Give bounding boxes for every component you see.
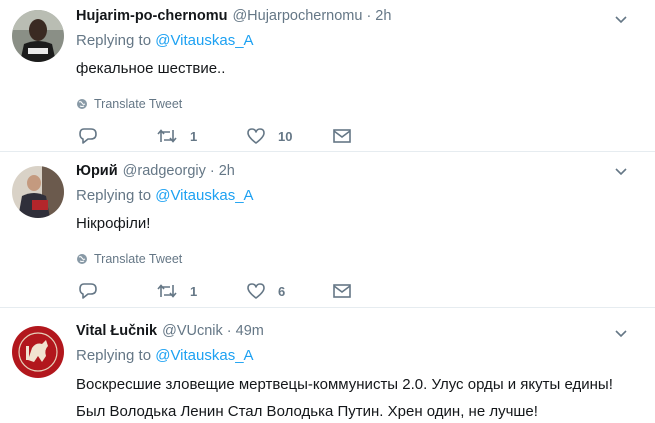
author-handle[interactable]: @Hujarpochernomu [232, 5, 362, 27]
timestamp[interactable]: 49m [236, 320, 264, 342]
replying-to-link[interactable]: @Vitauskas_A [155, 32, 253, 49]
author-name[interactable]: Vital Łučnik [76, 320, 157, 342]
replying-to-link[interactable]: @Vitauskas_A [155, 187, 253, 204]
separator-dot: · [366, 8, 372, 24]
tweet-actions: 1 6 [76, 281, 655, 301]
avatar[interactable] [12, 166, 64, 218]
translate-tweet-link[interactable]: Translate Tweet [76, 96, 655, 112]
author-handle[interactable]: @VUcnik [162, 320, 223, 342]
globe-icon [77, 99, 87, 109]
replying-to-label: Replying to [76, 347, 152, 364]
translate-label: Translate Tweet [94, 252, 183, 266]
chevron-down-icon[interactable] [611, 12, 631, 28]
tweet-text: Воскресшие зловещие мертвецы-коммунисты … [76, 371, 655, 423]
tweet[interactable]: Юрий @radgeorgiy · 2h Replying to @Vitau… [0, 152, 655, 308]
reply-button[interactable] [78, 127, 156, 145]
avatar[interactable] [12, 10, 64, 62]
timestamp[interactable]: 2h [219, 160, 235, 182]
tweet-text-line: Был Володька Ленин Стал Володька Путин. … [76, 403, 538, 420]
retweet-count: 1 [190, 283, 198, 299]
tweet-text: Нікрофіли! [76, 215, 151, 232]
translate-label: Translate Tweet [94, 97, 183, 111]
replying-to: Replying to @Vitauskas_A [76, 29, 655, 53]
retweet-icon [157, 284, 177, 298]
replying-to-label: Replying to [76, 187, 152, 204]
timestamp[interactable]: 2h [375, 5, 391, 27]
reply-icon [79, 283, 97, 299]
separator-dot: · [209, 163, 215, 179]
author-handle[interactable]: @radgeorgiy [123, 160, 206, 182]
envelope-icon [333, 284, 351, 298]
tweet-actions: 1 10 [76, 126, 655, 146]
retweet-count: 1 [190, 128, 198, 144]
tweet-text-line: Воскресшие зловещие мертвецы-коммунисты … [76, 376, 613, 393]
retweet-button[interactable]: 1 [156, 283, 246, 299]
envelope-icon [333, 129, 351, 143]
tweet[interactable]: Vital Łučnik @VUcnik · 49m Replying to @… [0, 308, 655, 423]
avatar[interactable] [12, 326, 64, 378]
author-name[interactable]: Hujarim-po-chernomu [76, 5, 227, 27]
replying-to: Replying to @Vitauskas_A [76, 184, 655, 208]
replying-to-link[interactable]: @Vitauskas_A [155, 347, 253, 364]
heart-icon [247, 283, 265, 299]
reply-button[interactable] [78, 282, 156, 300]
direct-message-button[interactable] [332, 128, 352, 144]
like-count: 6 [278, 283, 286, 299]
chevron-down-icon[interactable] [611, 326, 631, 342]
reply-icon [79, 128, 97, 144]
like-count: 10 [278, 128, 293, 144]
like-button[interactable]: 10 [246, 127, 332, 145]
direct-message-button[interactable] [332, 283, 352, 299]
tweet-text: фекальное шествие.. [76, 60, 226, 77]
retweet-icon [157, 129, 177, 143]
globe-icon [77, 254, 87, 264]
chevron-down-icon[interactable] [611, 164, 631, 180]
separator-dot: · [226, 323, 232, 339]
retweet-button[interactable]: 1 [156, 128, 246, 144]
tweet[interactable]: Hujarim-po-chernomu @Hujarpochernomu · 2… [0, 0, 655, 152]
author-name[interactable]: Юрий [76, 160, 118, 182]
replying-to-label: Replying to [76, 32, 152, 49]
heart-icon [247, 128, 265, 144]
like-button[interactable]: 6 [246, 282, 332, 300]
translate-tweet-link[interactable]: Translate Tweet [76, 251, 655, 267]
replying-to: Replying to @Vitauskas_A [76, 344, 655, 368]
